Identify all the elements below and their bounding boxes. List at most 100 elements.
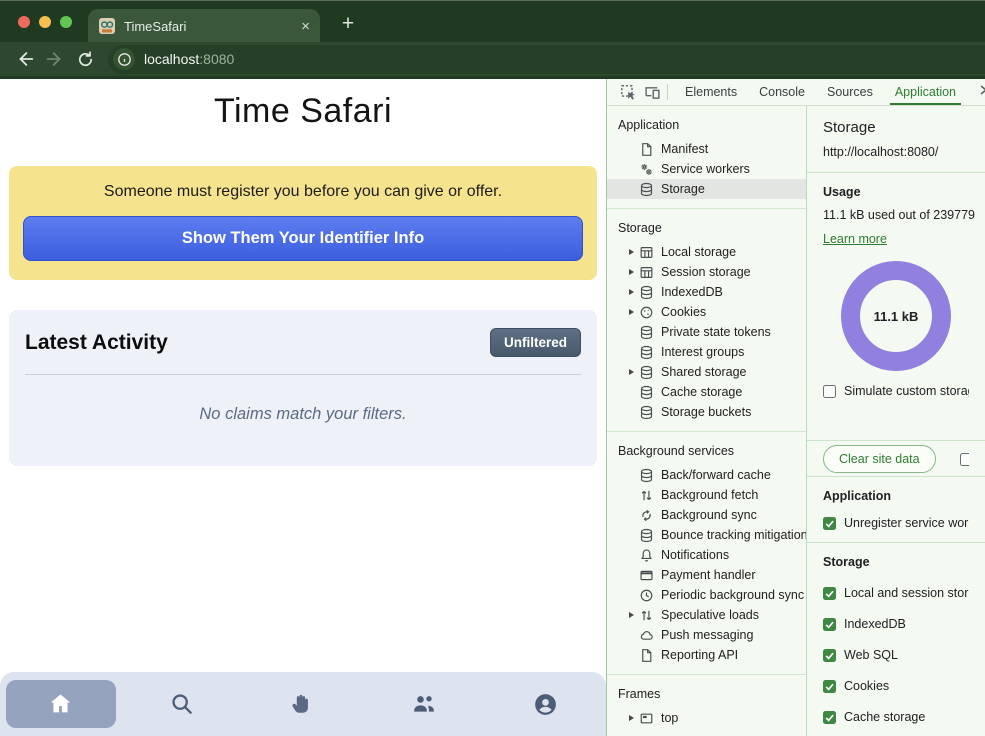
tab-sources[interactable]: Sources — [816, 79, 884, 106]
expander-icon[interactable] — [625, 286, 638, 299]
sidebar-item-periodic-background-sync[interactable]: Periodic background sync — [607, 585, 806, 605]
sidebar-section-storage: Storage Local storage Session storage — [607, 209, 806, 432]
database-icon — [639, 182, 654, 197]
unregister-sw-label: Unregister service workers — [844, 516, 969, 530]
up-down-arrows-icon — [639, 488, 654, 503]
site-info-button[interactable] — [113, 48, 135, 70]
show-identifier-info-button[interactable]: Show Them Your Identifier Info — [23, 216, 583, 261]
unfiltered-button[interactable]: Unfiltered — [490, 328, 581, 357]
cookies-checkbox[interactable] — [823, 680, 836, 693]
device-toolbar-button[interactable] — [640, 82, 664, 102]
tab-close-icon[interactable]: × — [301, 19, 310, 34]
expander-icon[interactable] — [625, 609, 638, 622]
back-button[interactable] — [10, 44, 40, 74]
sidebar-item-cookies[interactable]: Cookies — [607, 302, 806, 322]
minimize-window-button[interactable] — [39, 16, 51, 28]
clear-site-data-row: Clear site data including third-party co… — [807, 441, 985, 477]
sidebar-item-top-frame[interactable]: top — [607, 708, 806, 728]
sidebar-item-back-forward-cache[interactable]: Back/forward cache — [607, 465, 806, 485]
clear-websql-row[interactable]: Web SQL — [823, 648, 969, 662]
indexeddb-checkbox[interactable] — [823, 618, 836, 631]
nav-home-active-pill — [6, 680, 116, 728]
bottom-navigation — [0, 672, 606, 736]
sidebar-item-session-storage[interactable]: Session storage — [607, 262, 806, 282]
storage-section-title: Storage — [823, 555, 969, 569]
sidebar-item-indexeddb[interactable]: IndexedDB — [607, 282, 806, 302]
sidebar-item-background-fetch[interactable]: Background fetch — [607, 485, 806, 505]
sidebar-item-notifications[interactable]: Notifications — [607, 545, 806, 565]
cookies-label: Cookies — [844, 679, 889, 693]
storage-panel-header: Storage http://localhost:8080/ — [807, 106, 985, 173]
clear-local-session-row[interactable]: Local and session storage — [823, 586, 969, 600]
simulate-quota-row[interactable]: Simulate custom storage quota — [823, 384, 969, 398]
sidebar-item-local-storage[interactable]: Local storage — [607, 242, 806, 262]
cache-storage-checkbox[interactable] — [823, 711, 836, 724]
check-icon — [824, 650, 835, 661]
simulate-quota-checkbox[interactable] — [823, 385, 836, 398]
cookie-icon — [639, 305, 654, 320]
new-tab-button[interactable]: + — [334, 10, 362, 38]
including-cookies-row[interactable]: including third-party cookies — [960, 452, 969, 466]
url-port-text: :8080 — [199, 51, 234, 67]
browser-tab-strip: TimeSafari × + — [0, 0, 985, 42]
sidebar-item-push-messaging[interactable]: Push messaging — [607, 625, 806, 645]
local-session-checkbox[interactable] — [823, 587, 836, 600]
more-panels-chevron[interactable] — [976, 83, 985, 102]
content-area: Time Safari Someone must register you be… — [0, 79, 985, 736]
sidebar-item-service-workers[interactable]: Service workers — [607, 159, 806, 179]
clear-site-data-button[interactable]: Clear site data — [823, 445, 936, 473]
check-icon — [824, 518, 835, 529]
nav-account[interactable] — [485, 672, 606, 736]
sidebar-item-cache-storage[interactable]: Cache storage — [607, 382, 806, 402]
sidebar-item-background-sync[interactable]: Background sync — [607, 505, 806, 525]
database-icon — [639, 385, 654, 400]
payment-card-icon — [639, 568, 654, 583]
inspect-element-button[interactable] — [616, 82, 640, 102]
reload-button[interactable] — [70, 44, 100, 74]
unregister-sw-checkbox[interactable] — [823, 517, 836, 530]
nav-search[interactable] — [121, 672, 242, 736]
up-down-arrows-icon — [639, 608, 654, 623]
sidebar-item-shared-storage[interactable]: Shared storage — [607, 362, 806, 382]
sidebar-item-manifest[interactable]: Manifest — [607, 139, 806, 159]
expander-icon[interactable] — [625, 266, 638, 279]
close-window-button[interactable] — [18, 16, 30, 28]
expander-icon[interactable] — [625, 712, 638, 725]
browser-tab[interactable]: TimeSafari × — [88, 9, 320, 43]
sidebar-item-storage-buckets[interactable]: Storage buckets — [607, 402, 806, 422]
unregister-sw-row[interactable]: Unregister service workers — [823, 516, 969, 530]
nav-home[interactable] — [0, 672, 121, 736]
nav-offers[interactable] — [242, 672, 363, 736]
sidebar-item-payment-handler[interactable]: Payment handler — [607, 565, 806, 585]
clear-indexeddb-row[interactable]: IndexedDB — [823, 617, 969, 631]
including-cookies-checkbox[interactable] — [960, 453, 969, 466]
nav-contacts[interactable] — [364, 672, 485, 736]
tab-console[interactable]: Console — [748, 79, 816, 106]
sidebar-item-reporting-api[interactable]: Reporting API — [607, 645, 806, 665]
people-icon — [410, 690, 438, 718]
sidebar-item-storage[interactable]: Storage — [607, 179, 806, 199]
expander-icon[interactable] — [625, 246, 638, 259]
tab-elements[interactable]: Elements — [674, 79, 748, 106]
expander-icon[interactable] — [625, 366, 638, 379]
storage-clear-section: Storage Local and session storage Index — [807, 543, 985, 736]
maximize-window-button[interactable] — [60, 16, 72, 28]
expander-icon[interactable] — [625, 306, 638, 319]
section-title: Background services — [607, 439, 806, 465]
address-bar[interactable]: localhost:8080 — [108, 45, 985, 74]
sidebar-item-interest-groups[interactable]: Interest groups — [607, 342, 806, 362]
sidebar-item-private-state-tokens[interactable]: Private state tokens — [607, 322, 806, 342]
clear-cache-storage-row[interactable]: Cache storage — [823, 710, 969, 724]
websql-checkbox[interactable] — [823, 649, 836, 662]
learn-more-link[interactable]: Learn more — [823, 232, 887, 246]
storage-panel: Storage http://localhost:8080/ Usage 11.… — [807, 106, 985, 736]
forward-button[interactable] — [40, 44, 70, 74]
sidebar-item-bounce-tracking-mitigation[interactable]: Bounce tracking mitigation — [607, 525, 806, 545]
sidebar-section-background-services: Background services Back/forward cache B… — [607, 432, 806, 675]
sidebar-item-speculative-loads[interactable]: Speculative loads — [607, 605, 806, 625]
local-session-label: Local and session storage — [844, 586, 969, 600]
devtools-tab-bar: Elements Console Sources Application — [607, 79, 985, 106]
service-workers-icon — [639, 162, 654, 177]
tab-application[interactable]: Application — [884, 79, 967, 106]
clear-cookies-row[interactable]: Cookies — [823, 679, 969, 693]
